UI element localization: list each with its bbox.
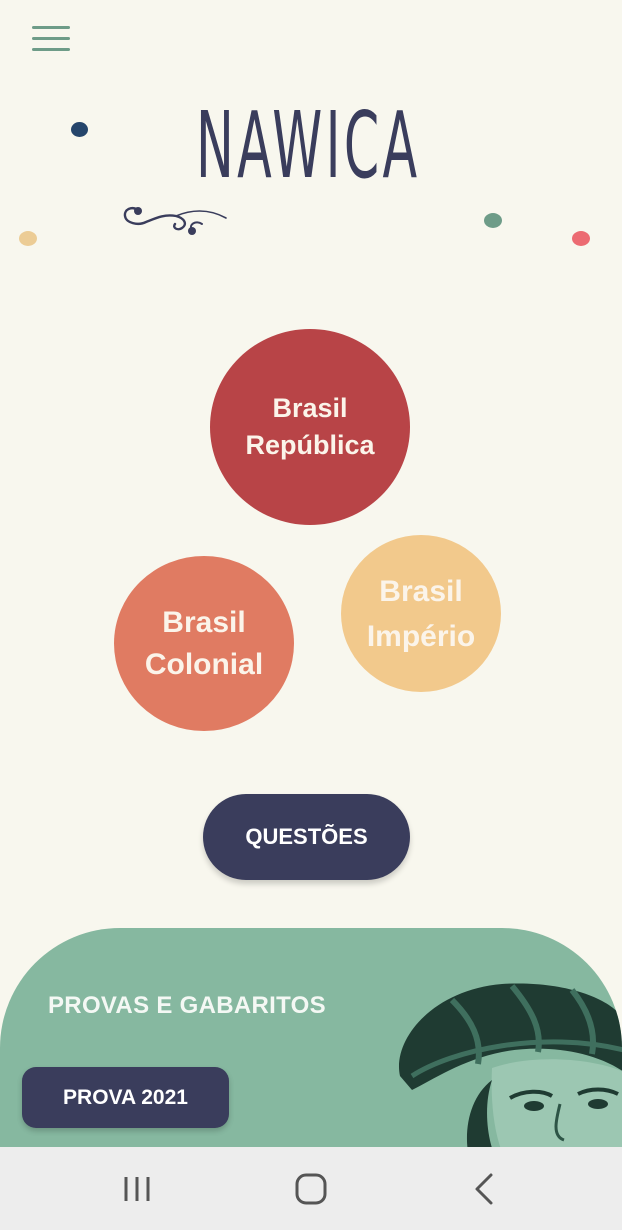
questoes-button[interactable]: QUESTÕES [203, 794, 410, 880]
menu-line [32, 48, 70, 51]
swirl-ornament-icon [123, 207, 227, 235]
era-label-line: Brasil [272, 393, 348, 423]
recent-apps-icon[interactable] [115, 1169, 159, 1209]
system-navigation-bar [0, 1147, 622, 1230]
era-label-line: República [245, 430, 375, 460]
back-icon[interactable] [463, 1169, 507, 1209]
historical-figure-portrait [399, 983, 622, 1168]
menu-line [32, 37, 70, 40]
era-label-line: Colonial [144, 647, 264, 681]
app-logo: NAWICA [196, 92, 421, 199]
decorative-dot [19, 231, 37, 246]
menu-line [32, 26, 70, 29]
era-label-line: Império [366, 619, 476, 653]
era-brasil-colonial-button[interactable]: Brasil Colonial [114, 556, 294, 731]
provas-gabaritos-title: PROVAS E GABARITOS [48, 992, 326, 1019]
decorative-dot [71, 122, 88, 137]
era-brasil-imperio-button[interactable]: Brasil Império [341, 535, 501, 692]
era-label-line: Brasil [379, 574, 463, 608]
prova-2021-button[interactable]: PROVA 2021 [22, 1067, 229, 1128]
provas-gabaritos-panel: PROVAS E GABARITOS [0, 928, 622, 1168]
era-brasil-republica-button[interactable]: Brasil República [210, 329, 410, 525]
era-label-line: Brasil [162, 605, 246, 639]
home-icon[interactable] [289, 1169, 333, 1209]
decorative-dot [572, 231, 590, 246]
decorative-dot [484, 213, 502, 228]
hamburger-menu-icon[interactable] [30, 24, 74, 56]
